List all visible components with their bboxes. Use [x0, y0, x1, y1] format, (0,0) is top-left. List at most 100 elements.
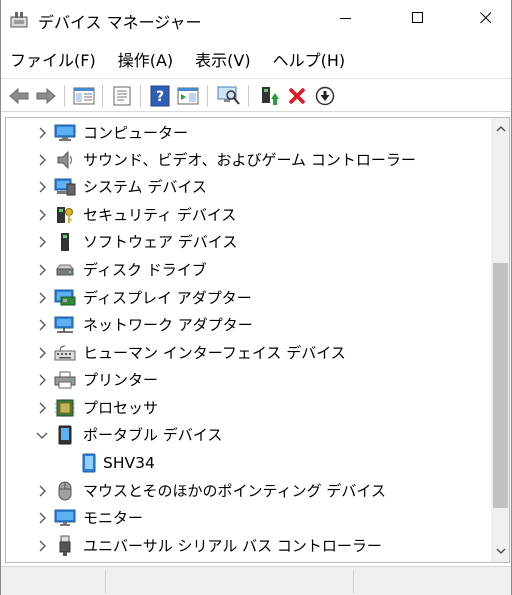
vertical-scrollbar[interactable]: [491, 118, 509, 562]
close-icon: [480, 12, 492, 24]
computer-icon: [54, 123, 76, 143]
chevron-right-icon[interactable]: [36, 154, 48, 166]
network-adapter-icon: [54, 315, 76, 335]
title-bar[interactable]: デバイス マネージャー: [1, 0, 511, 40]
toolbar-separator: [140, 85, 141, 107]
software-device-icon: [54, 232, 76, 252]
svg-text:?: ?: [156, 89, 164, 105]
processor-icon: [54, 398, 76, 418]
device-tree[interactable]: コンピューター サウンド、ビデオ、およびゲーム コントローラー システム デバイ…: [5, 117, 510, 563]
chevron-down-icon: [496, 548, 505, 554]
portable-device-icon: [54, 425, 76, 445]
tree-item-software-devices[interactable]: ソフトウェア デバイス: [6, 228, 486, 255]
scan-hardware-button[interactable]: [217, 84, 241, 108]
chevron-right-icon[interactable]: [36, 347, 48, 359]
chevron-right-icon[interactable]: [36, 209, 48, 221]
menu-help[interactable]: ヘルプ(H): [273, 47, 346, 71]
tree-item-printers[interactable]: プリンター: [6, 366, 486, 393]
printer-icon: [54, 370, 76, 390]
tree-item-label: ポータブル デバイス: [83, 426, 223, 444]
chevron-right-icon[interactable]: [36, 540, 48, 552]
tree-item-computer[interactable]: コンピューター: [6, 119, 486, 146]
back-button[interactable]: [7, 84, 31, 108]
status-bar-cell: [105, 570, 353, 593]
disable-device-button[interactable]: [313, 84, 337, 108]
tree-item-network-adapters[interactable]: ネットワーク アダプター: [6, 311, 486, 338]
chevron-down-icon[interactable]: [36, 429, 48, 441]
tree-item-label: SHV34: [103, 453, 155, 472]
forward-arrow-icon: [36, 87, 56, 105]
tree-item-human-interface-devices[interactable]: ヒューマン インターフェイス デバイス: [6, 339, 486, 366]
close-button[interactable]: [463, 0, 509, 36]
tree-item-label: ディスク ドライブ: [83, 261, 207, 279]
tree-item-usb-controllers[interactable]: ユニバーサル シリアル バス コントローラー: [6, 532, 486, 559]
chevron-right-icon[interactable]: [36, 402, 48, 414]
maximize-button[interactable]: [395, 0, 441, 36]
tree-item-system-devices[interactable]: システム デバイス: [6, 173, 486, 200]
tree-item-label: ヒューマン インターフェイス デバイス: [83, 344, 346, 362]
tree-item-label: ソフトウェア デバイス: [83, 233, 238, 251]
chevron-right-icon[interactable]: [36, 292, 48, 304]
uninstall-device-button[interactable]: [285, 84, 309, 108]
scan-hardware-icon: [217, 86, 240, 105]
scrollbar-thumb[interactable]: [493, 263, 508, 508]
mouse-icon: [54, 481, 76, 501]
hid-icon: [54, 343, 76, 363]
menu-action[interactable]: 操作(A): [118, 47, 173, 71]
device-manager-app-icon: [9, 11, 29, 29]
update-driver-button[interactable]: [257, 84, 281, 108]
tree-item-security-devices[interactable]: セキュリティ デバイス: [6, 201, 486, 228]
chevron-right-icon[interactable]: [36, 374, 48, 386]
menu-file[interactable]: ファイル(F): [10, 47, 96, 71]
tree-item-label: コンピューター: [83, 124, 189, 142]
chevron-right-icon[interactable]: [36, 319, 48, 331]
chevron-right-icon[interactable]: [36, 512, 48, 524]
toolbar-separator: [207, 85, 208, 107]
tree-item-label: ネットワーク アダプター: [83, 316, 253, 334]
tree-item-monitors[interactable]: モニター: [6, 504, 486, 531]
tree-item-label: システム デバイス: [83, 178, 207, 196]
chevron-right-icon[interactable]: [36, 181, 48, 193]
tree-item-sound-video-game[interactable]: サウンド、ビデオ、およびゲーム コントローラー: [6, 146, 486, 173]
window-title: デバイス マネージャー: [38, 13, 202, 32]
help-button[interactable]: ?: [148, 84, 172, 108]
menu-bar: ファイル(F) 操作(A) 表示(V) ヘルプ(H): [1, 44, 511, 74]
action-pane-button[interactable]: [176, 84, 200, 108]
minimize-icon: [340, 18, 351, 19]
tree-item-shv34[interactable]: SHV34: [6, 449, 486, 476]
uninstall-device-icon: [288, 87, 306, 105]
tree-item-label: セキュリティ デバイス: [83, 206, 237, 224]
chevron-up-icon: [496, 126, 505, 132]
speaker-icon: [54, 150, 76, 170]
help-icon: ?: [150, 85, 170, 107]
back-arrow-icon: [9, 87, 29, 105]
tree-item-disk-drives[interactable]: ディスク ドライブ: [6, 256, 486, 283]
tree-item-mice[interactable]: マウスとそのほかのポインティング デバイス: [6, 477, 486, 504]
device-manager-window: デバイス マネージャー ファイル(F) 操作(A) 表示(V) ヘルプ(H) ?…: [0, 0, 512, 595]
tree-item-label: プロセッサ: [83, 399, 159, 417]
chevron-right-icon[interactable]: [36, 264, 48, 276]
system-devices-icon: [54, 177, 76, 197]
tree-item-portable-devices[interactable]: ポータブル デバイス: [6, 421, 486, 448]
tree-item-display-adapters[interactable]: ディスプレイ アダプター: [6, 284, 486, 311]
toolbar-separator: [248, 85, 249, 107]
phone-icon: [78, 453, 100, 473]
chevron-right-icon[interactable]: [36, 236, 48, 248]
scroll-down-button[interactable]: [491, 543, 509, 560]
properties-button[interactable]: [110, 84, 134, 108]
display-adapter-icon: [54, 288, 76, 308]
chevron-right-icon[interactable]: [36, 485, 48, 497]
menu-view[interactable]: 表示(V): [195, 47, 250, 71]
toolbar-separator: [64, 85, 65, 107]
forward-button[interactable]: [34, 84, 58, 108]
update-driver-icon: [262, 87, 279, 105]
minimize-button[interactable]: [323, 0, 369, 36]
show-hide-console-tree-button[interactable]: [72, 84, 96, 108]
toolbar: ?: [1, 78, 511, 112]
chevron-right-icon[interactable]: [36, 127, 48, 139]
scroll-up-button[interactable]: [491, 120, 509, 137]
tree-item-processors[interactable]: プロセッサ: [6, 394, 486, 421]
show-hide-console-tree-icon: [73, 87, 95, 105]
toolbar-separator: [102, 85, 103, 107]
tree-item-label: サウンド、ビデオ、およびゲーム コントローラー: [83, 151, 416, 169]
